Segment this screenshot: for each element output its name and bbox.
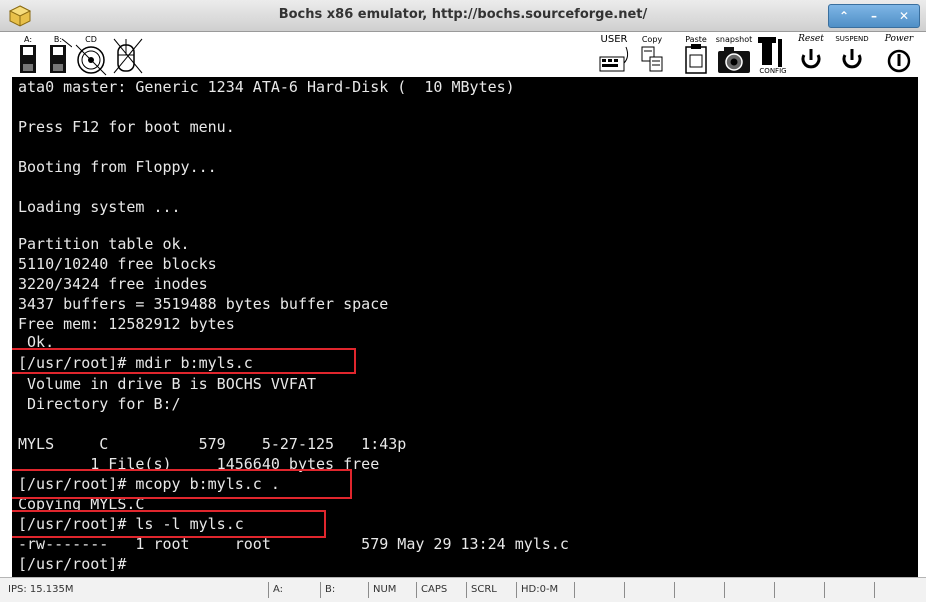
scroll-lock-indicator: SCRL (466, 582, 514, 598)
drive-a-indicator: A: (268, 582, 318, 598)
terminal-line: Press F12 for boot menu. (18, 118, 235, 136)
copy-button[interactable]: Copy (636, 33, 668, 77)
terminal-line: [/usr/root]# ls -l myls.c (18, 515, 244, 533)
close-button[interactable]: ✕ (894, 9, 914, 23)
status-cell-empty (624, 582, 672, 598)
terminal-line: MYLS C 579 5-27-125 1:43p (18, 435, 407, 453)
power-button[interactable]: Power (876, 33, 922, 77)
vga-display[interactable]: ata0 master: Generic 1234 ATA-6 Hard-Dis… (12, 77, 918, 577)
terminal-line: Copying MYLS.C (18, 495, 145, 513)
status-cell-empty (724, 582, 772, 598)
window-title: Bochs x86 emulator, http://bochs.sourcef… (278, 7, 648, 22)
cdrom-button[interactable]: CD (74, 33, 108, 77)
terminal-line: [/usr/root]# (18, 555, 127, 573)
config-label: CONFIG (759, 67, 787, 75)
terminal-line: Ok. (18, 333, 55, 351)
hard-disk-indicator: HD:0-M (516, 582, 572, 598)
camera-icon (718, 47, 750, 73)
terminal-line: 3220/3424 free inodes (18, 275, 208, 293)
minimize-button[interactable]: – (864, 9, 884, 23)
status-cell-empty (824, 582, 872, 598)
suspend-icon (842, 49, 862, 69)
bochs-toolbar: A: B: CD USER Copy Paste snapshot CONFIG… (0, 33, 926, 78)
terminal-line: Booting from Floppy... (18, 158, 217, 176)
window-controls: ⌃ – ✕ (828, 4, 920, 28)
terminal-line: 1 File(s) 1456640 bytes free (18, 455, 380, 473)
floppy-icon (20, 45, 36, 73)
maximize-button[interactable]: ⌃ (834, 9, 854, 23)
terminal-line: Loading system ... (18, 198, 181, 216)
cdrom-icon (75, 44, 107, 76)
paste-button[interactable]: Paste (680, 33, 712, 77)
floppy-b-button[interactable]: B: (44, 33, 72, 77)
status-cell-empty (674, 582, 722, 598)
num-lock-indicator: NUM (368, 582, 414, 598)
status-cell-empty (574, 582, 622, 598)
suspend-button[interactable]: SUSPEND (830, 33, 874, 77)
terminal-line: -rw------- 1 root root 579 May 29 13:24 … (18, 535, 569, 553)
floppy-icon (50, 38, 72, 73)
terminal-line: Volume in drive B is BOCHS VVFAT (18, 375, 317, 393)
terminal-line: 3437 buffers = 3519488 bytes buffer spac… (18, 295, 389, 313)
caps-lock-indicator: CAPS (416, 582, 464, 598)
status-cell-empty (874, 582, 924, 598)
keyboard-icon (599, 46, 629, 72)
window-left-border (0, 77, 12, 577)
terminal-line: Directory for B:/ (18, 395, 181, 413)
terminal-line: [/usr/root]# mcopy b:myls.c . (18, 475, 280, 493)
power-icon (887, 49, 911, 73)
mouse-capture-button[interactable] (110, 33, 144, 77)
terminal-line: 5110/10240 free blocks (18, 255, 217, 273)
terminal-line: ata0 master: Generic 1234 ATA-6 Hard-Dis… (18, 78, 515, 96)
terminal-line: Partition table ok. (18, 235, 190, 253)
snapshot-button[interactable]: snapshot (714, 33, 754, 77)
drive-b-indicator: B: (320, 582, 366, 598)
window-right-border (918, 77, 926, 577)
status-bar: IPS: 15.135M A: B: NUM CAPS SCRL HD:0-M (0, 577, 926, 602)
terminal-line: [/usr/root]# mdir b:myls.c (18, 354, 253, 372)
window-titlebar[interactable]: Bochs x86 emulator, http://bochs.sourcef… (0, 0, 926, 32)
reset-icon (801, 49, 821, 69)
ips-indicator: IPS: 15.135M (8, 584, 74, 595)
clipboard-icon (685, 44, 707, 74)
config-button[interactable]: CONFIG (756, 33, 790, 77)
copy-icon (641, 46, 663, 72)
user-button[interactable]: USER (596, 33, 632, 77)
reset-button[interactable]: Reset (794, 33, 828, 77)
floppy-a-button[interactable]: A: (14, 33, 42, 77)
mouse-icon (113, 38, 143, 74)
status-cell-empty (774, 582, 822, 598)
terminal-line: Free mem: 12582912 bytes (18, 315, 235, 333)
